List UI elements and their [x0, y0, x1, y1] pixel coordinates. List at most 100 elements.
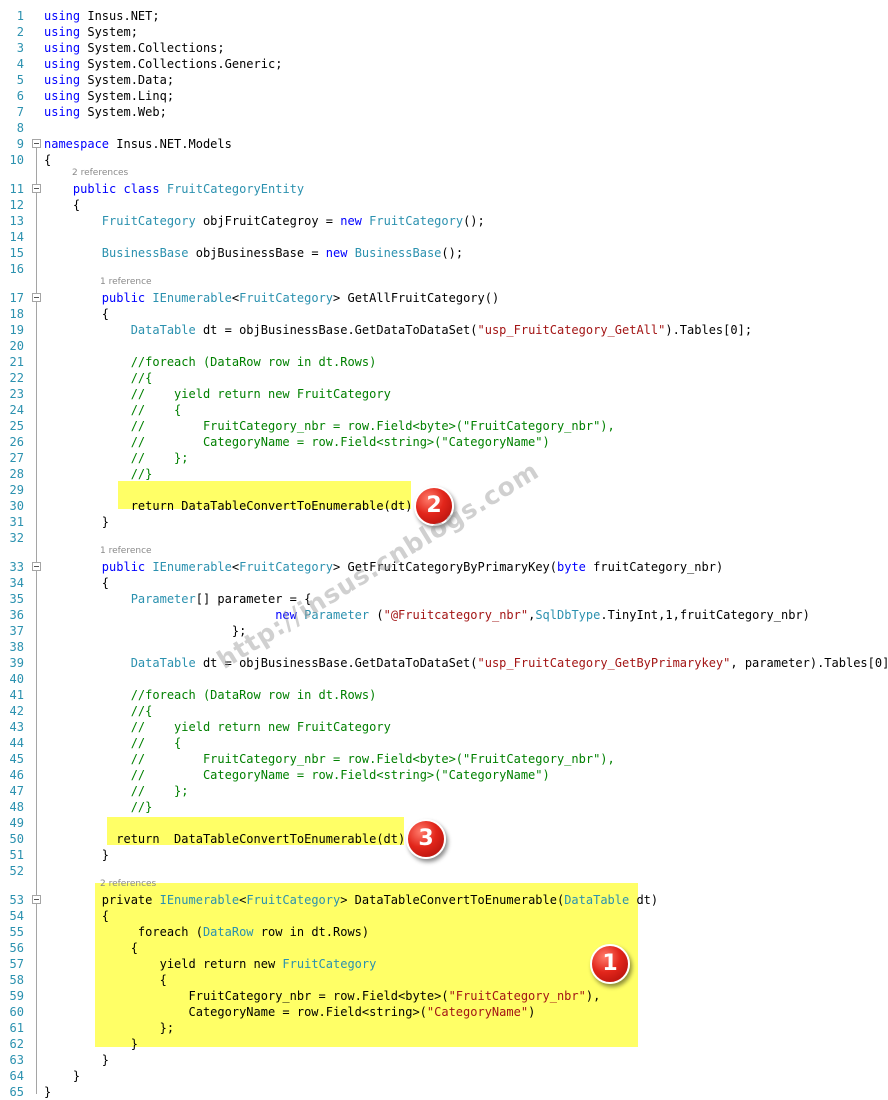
code-token: (); [441, 246, 464, 260]
code-line[interactable]: public IEnumerable<FruitCategory> GetAll… [44, 290, 499, 306]
code-line[interactable]: BusinessBase objBusinessBase = new Busin… [44, 245, 463, 261]
code-token: ).Tables[0]; [665, 323, 753, 337]
code-line[interactable]: } [44, 514, 109, 530]
outlining-guide [36, 148, 37, 1094]
type-token: DataTable [564, 893, 630, 907]
code-token: dt) [629, 893, 659, 907]
code-line[interactable]: DataTable dt = objBusinessBase.GetDataTo… [44, 322, 752, 338]
code-line[interactable]: using System.Collections; [44, 40, 225, 56]
code-line[interactable]: { [44, 908, 109, 924]
code-line[interactable]: // FruitCategory_nbr = row.Field<byte>("… [44, 751, 615, 767]
code-line[interactable]: using System.Data; [44, 72, 174, 88]
type-token: BusinessBase [354, 246, 442, 260]
code-line[interactable]: } [44, 1068, 80, 1084]
code-line[interactable]: // yield return new FruitCategory [44, 719, 391, 735]
code-line[interactable]: }; [44, 623, 246, 639]
line-number: 43 [9, 720, 24, 734]
code-token: } [44, 1085, 52, 1099]
codelens-references[interactable]: 1 reference [100, 276, 152, 288]
code-token: private [44, 893, 160, 907]
code-line[interactable]: using System.Collections.Generic; [44, 56, 282, 72]
code-line[interactable]: FruitCategory_nbr = row.Field<byte>("Fru… [44, 988, 600, 1004]
code-token: .TinyInt,1,fruitCategory_nbr) [600, 608, 810, 622]
code-line[interactable]: //foreach (DataRow row in dt.Rows) [44, 354, 377, 370]
collapse-minus-icon[interactable] [32, 895, 41, 904]
code-token: { [44, 909, 110, 923]
code-line[interactable]: FruitCategory objFruitCategroy = new Fru… [44, 213, 485, 229]
code-token: } [44, 1053, 110, 1067]
code-token: (); [463, 214, 485, 228]
line-number: 31 [9, 515, 24, 529]
type-token: FruitCategory [282, 957, 377, 971]
code-line[interactable]: //} [44, 466, 153, 482]
code-line[interactable]: CategoryName = row.Field<string>("Catego… [44, 1004, 535, 1020]
code-line[interactable]: // { [44, 402, 182, 418]
code-token: System.Linq; [80, 89, 175, 103]
code-token: foreach ( [44, 925, 203, 939]
line-number: 15 [9, 246, 24, 260]
line-number: 2 [16, 25, 24, 39]
type-token: FruitCategory [369, 214, 464, 228]
code-line[interactable]: public class FruitCategoryEntity [44, 181, 304, 197]
code-line[interactable]: { [44, 306, 109, 322]
code-line[interactable]: return DataTableConvertToEnumerable(dt); [44, 831, 412, 847]
code-line[interactable]: using System.Linq; [44, 88, 174, 104]
code-line[interactable]: // FruitCategory_nbr = row.Field<byte>("… [44, 418, 615, 434]
collapse-minus-icon[interactable] [32, 184, 41, 193]
code-token: FruitCategory_nbr = row.Field<byte>( [44, 989, 449, 1003]
collapse-minus-icon[interactable] [32, 293, 41, 302]
code-line[interactable]: { [44, 972, 167, 988]
collapse-minus-icon[interactable] [32, 562, 41, 571]
line-number: 65 [9, 1085, 24, 1099]
collapse-minus-icon[interactable] [32, 139, 41, 148]
codelens-references[interactable]: 1 reference [100, 545, 152, 557]
code-line[interactable]: { [44, 152, 51, 168]
code-line[interactable]: { [44, 197, 80, 213]
code-line[interactable]: Parameter[] parameter = { [44, 591, 312, 607]
code-line[interactable]: // }; [44, 450, 189, 466]
code-line[interactable]: // CategoryName = row.Field<string>("Cat… [44, 434, 550, 450]
code-line[interactable]: } [44, 1084, 51, 1100]
code-line[interactable]: yield return new FruitCategory [44, 956, 377, 972]
code-line[interactable]: using System; [44, 24, 138, 40]
code-line[interactable]: private IEnumerable<FruitCategory> DataT… [44, 892, 658, 908]
code-token: return DataTableConvertToEnumerable(dt); [44, 832, 413, 846]
line-number: 56 [9, 941, 24, 955]
code-line[interactable]: } [44, 1036, 138, 1052]
code-line[interactable]: }; [44, 1020, 174, 1036]
type-token: Parameter [130, 592, 196, 606]
code-token: Insus.NET.Models [109, 137, 232, 151]
codelens-references[interactable]: 2 references [100, 878, 156, 890]
code-line[interactable]: using Insus.NET; [44, 8, 160, 24]
code-line[interactable]: foreach (DataRow row in dt.Rows) [44, 924, 369, 940]
codelens-references[interactable]: 2 references [72, 167, 128, 179]
code-token: ( [369, 608, 384, 622]
code-line[interactable]: // { [44, 735, 182, 751]
code-line[interactable]: } [44, 1052, 109, 1068]
code-line[interactable]: new Parameter ("@Fruitcategory_nbr",SqlD… [44, 607, 810, 623]
line-number: 5 [16, 73, 24, 87]
code-line[interactable]: // CategoryName = row.Field<string>("Cat… [44, 767, 550, 783]
code-line[interactable]: } [44, 847, 109, 863]
code-line[interactable]: //{ [44, 370, 153, 386]
code-line[interactable]: //} [44, 799, 153, 815]
code-line[interactable]: return DataTableConvertToEnumerable(dt); [44, 498, 420, 514]
type-token: DataTable [130, 323, 196, 337]
code-line[interactable]: namespace Insus.NET.Models [44, 136, 232, 152]
code-line[interactable]: //foreach (DataRow row in dt.Rows) [44, 687, 377, 703]
code-line[interactable]: // yield return new FruitCategory [44, 386, 391, 402]
line-number: 18 [9, 307, 24, 321]
code-line[interactable]: DataTable dt = objBusinessBase.GetDataTo… [44, 655, 888, 671]
line-number: 44 [9, 736, 24, 750]
code-line[interactable]: //{ [44, 703, 153, 719]
type-token: FruitCategory [101, 214, 196, 228]
line-number: 21 [9, 355, 24, 369]
code-line[interactable]: { [44, 940, 138, 956]
code-line[interactable]: // }; [44, 783, 189, 799]
code-line[interactable]: using System.Web; [44, 104, 167, 120]
code-line[interactable]: { [44, 575, 109, 591]
